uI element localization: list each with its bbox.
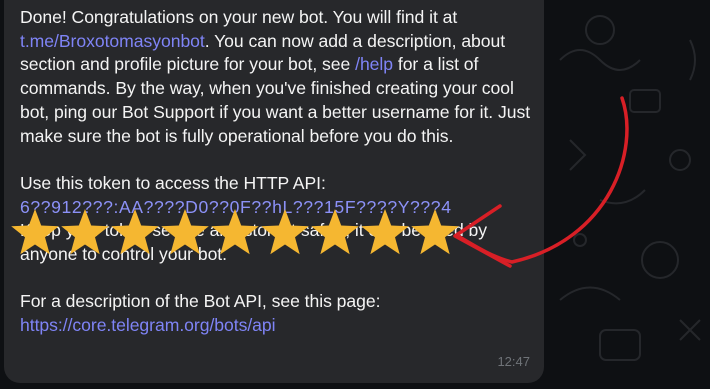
intro-text: Done! Congratulations on your new bot. Y… (20, 7, 458, 27)
star-8 (361, 209, 409, 255)
star-2 (61, 209, 109, 255)
token-label: Use this token to access the HTTP API: (20, 172, 326, 193)
intro-paragraph: Done! Congratulations on your new bot. Y… (20, 6, 542, 148)
api-docs-link[interactable]: https://core.telegram.org/bots/api (20, 315, 276, 335)
api-docs-label: For a description of the Bot API, see th… (20, 291, 381, 312)
message-bubble: Done! Congratulations on your new bot. Y… (4, 0, 544, 383)
star-3 (111, 209, 159, 255)
message-text: Done! Congratulations on your new bot. Y… (20, 6, 542, 338)
star-4 (161, 209, 209, 255)
star-5 (211, 209, 259, 255)
redaction-stars (11, 209, 459, 255)
star-1 (11, 209, 59, 255)
star-6 (261, 209, 309, 255)
star-9 (411, 209, 459, 255)
bot-link[interactable]: t.me/Broxotomasyonbot (20, 31, 205, 51)
help-command-link[interactable]: /help (355, 54, 393, 74)
star-7 (311, 209, 359, 255)
message-timestamp: 12:47 (497, 354, 530, 369)
